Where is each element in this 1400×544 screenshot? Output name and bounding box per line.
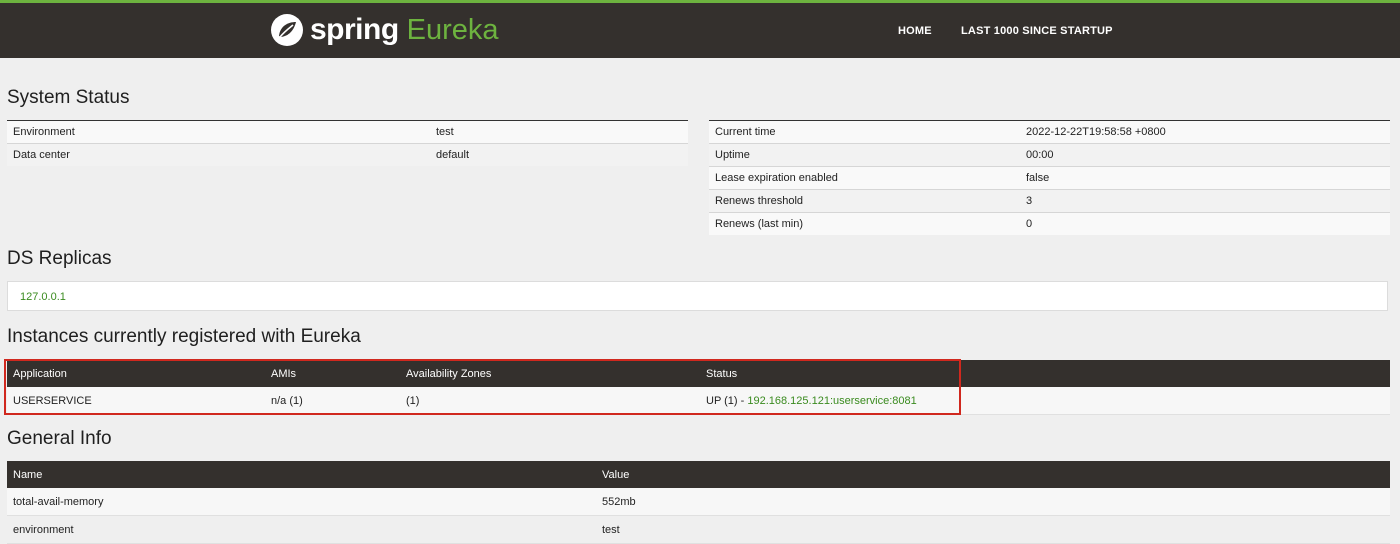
replica-link[interactable]: 127.0.0.1 bbox=[20, 291, 66, 303]
table-row: Current time 2022-12-22T19:58:58 +0800 bbox=[709, 120, 1390, 144]
column-header: Name bbox=[7, 461, 596, 488]
column-header: Application bbox=[7, 360, 265, 387]
table-row: USERSERVICE n/a (1) (1) UP (1) - 192.168… bbox=[7, 387, 1390, 415]
table-row: environment test bbox=[7, 515, 1390, 544]
system-status-right-table: Current time 2022-12-22T19:58:58 +0800 U… bbox=[709, 120, 1390, 235]
spring-leaf-icon bbox=[270, 13, 304, 47]
ds-replicas-list: 127.0.0.1 bbox=[7, 281, 1388, 311]
nav-last-1000-link[interactable]: LAST 1000 SINCE STARTUP bbox=[961, 25, 1113, 37]
table-header-row: Application AMIs Availability Zones Stat… bbox=[7, 360, 1390, 387]
table-row: Renews threshold 3 bbox=[709, 189, 1390, 213]
table-row: total-avail-memory 552mb bbox=[7, 488, 1390, 516]
brand-spring-text: spring bbox=[310, 13, 399, 46]
zones-cell: (1) bbox=[400, 387, 700, 415]
column-header: Status bbox=[700, 360, 1390, 387]
status-name: Renews (last min) bbox=[709, 212, 1020, 235]
table-row: Data center default bbox=[7, 143, 688, 166]
table-row: Uptime 00:00 bbox=[709, 143, 1390, 167]
column-header: Value bbox=[596, 461, 1390, 488]
status-name: Renews threshold bbox=[709, 189, 1020, 213]
nav-home-link[interactable]: HOME bbox=[898, 25, 932, 37]
status-value: false bbox=[1020, 166, 1390, 190]
column-header: AMIs bbox=[265, 360, 400, 387]
info-name: total-avail-memory bbox=[7, 488, 596, 516]
status-name: Uptime bbox=[709, 143, 1020, 167]
table-row: Renews (last min) 0 bbox=[709, 212, 1390, 235]
system-status-heading: System Status bbox=[7, 87, 130, 108]
application-cell: USERSERVICE bbox=[7, 387, 265, 415]
amis-cell: n/a (1) bbox=[265, 387, 400, 415]
info-name: environment bbox=[7, 515, 596, 544]
status-value: default bbox=[430, 143, 688, 166]
table-row: Environment test bbox=[7, 120, 688, 144]
system-status-left-table: Environment test Data center default bbox=[7, 120, 688, 166]
navbar: spring Eureka HOME LAST 1000 SINCE START… bbox=[0, 3, 1400, 58]
instances-table: Application AMIs Availability Zones Stat… bbox=[7, 360, 1390, 415]
table-row: Lease expiration enabled false bbox=[709, 166, 1390, 190]
status-prefix: UP (1) - bbox=[706, 394, 748, 407]
general-info-table: Name Value total-avail-memory 552mb envi… bbox=[7, 461, 1390, 544]
info-value: 552mb bbox=[596, 488, 1390, 516]
info-value: test bbox=[596, 515, 1390, 544]
column-header: Availability Zones bbox=[400, 360, 700, 387]
status-name: Environment bbox=[7, 120, 430, 144]
status-cell: UP (1) - 192.168.125.121:userservice:808… bbox=[700, 387, 1390, 415]
table-header-row: Name Value bbox=[7, 461, 1390, 488]
instance-link[interactable]: 192.168.125.121:userservice:8081 bbox=[747, 395, 916, 407]
status-name: Lease expiration enabled bbox=[709, 166, 1020, 190]
status-value: 00:00 bbox=[1020, 143, 1390, 167]
status-name: Current time bbox=[709, 120, 1020, 144]
status-value: test bbox=[430, 120, 688, 144]
status-value: 0 bbox=[1020, 212, 1390, 235]
brand-logo[interactable]: spring Eureka bbox=[270, 11, 499, 49]
status-value: 3 bbox=[1020, 189, 1390, 213]
status-value: 2022-12-22T19:58:58 +0800 bbox=[1020, 120, 1390, 144]
ds-replicas-heading: DS Replicas bbox=[7, 248, 112, 269]
instances-heading: Instances currently registered with Eure… bbox=[7, 326, 361, 347]
general-info-heading: General Info bbox=[7, 428, 112, 449]
status-name: Data center bbox=[7, 143, 430, 166]
brand-eureka-text: Eureka bbox=[406, 13, 499, 46]
